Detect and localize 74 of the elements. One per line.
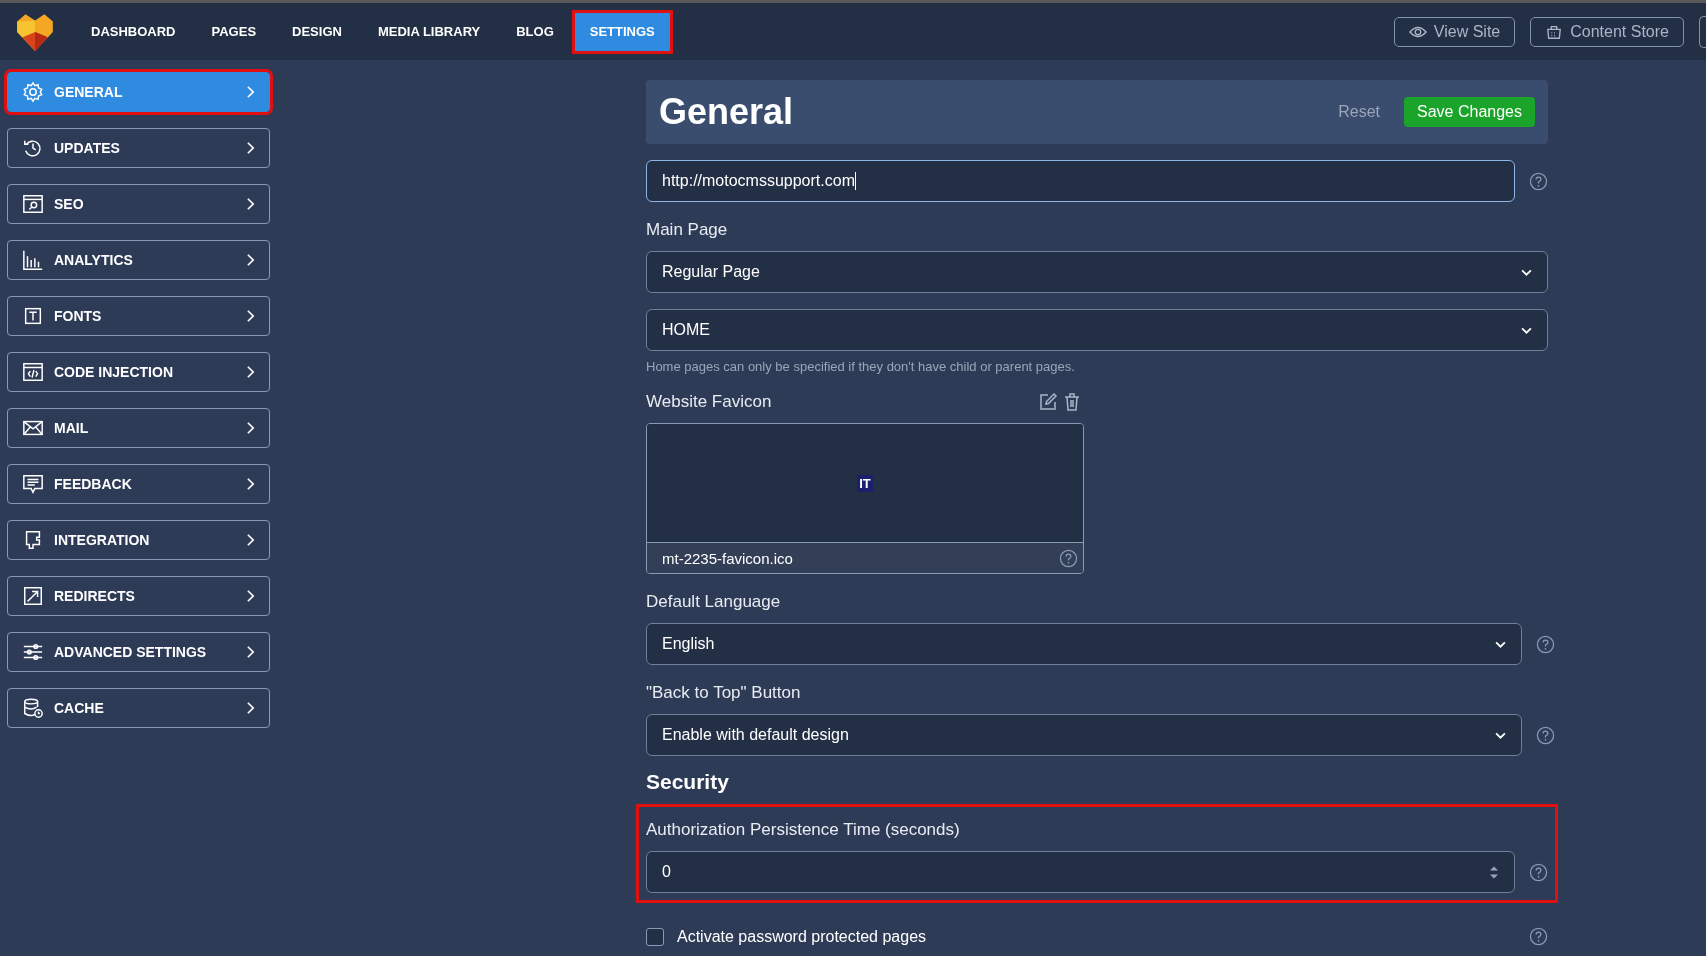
checkbox[interactable]: [646, 927, 664, 946]
field-label: Default Language: [646, 592, 782, 612]
field-label: Main Page: [646, 220, 729, 240]
chevron-right-icon: [246, 701, 255, 715]
bar-chart-icon: [22, 249, 44, 271]
select-field[interactable]: Enable with default design: [646, 714, 1522, 756]
chevron-right-icon: [246, 197, 255, 211]
view-site-button[interactable]: View Site: [1393, 16, 1516, 47]
sidebar-item[interactable]: GENERAL: [7, 72, 270, 112]
favicon-image: IT: [857, 474, 873, 492]
chevron-right-icon: [246, 365, 255, 379]
help-icon[interactable]: [1536, 725, 1555, 745]
chevron-down-icon: [1495, 640, 1506, 648]
chevron-right-icon: [246, 421, 255, 435]
file-name: mt-2235-favicon.ico: [662, 549, 793, 567]
nav-tab[interactable]: BLOG: [501, 12, 569, 51]
chevron-down-icon: [1495, 731, 1506, 739]
select-field[interactable]: English: [646, 623, 1522, 665]
code-window-icon: [22, 361, 44, 383]
clock-icon: [22, 137, 44, 159]
help-icon[interactable]: [1536, 634, 1555, 654]
chevron-right-icon: [246, 533, 255, 547]
select-field[interactable]: Regular Page: [646, 251, 1548, 293]
edit-icon[interactable]: [1038, 392, 1058, 412]
database-icon: [22, 697, 44, 719]
nav-tab[interactable]: SETTINGS: [574, 12, 670, 51]
browser-search-icon: [22, 193, 44, 215]
chevron-right-icon: [246, 477, 255, 491]
nav-tab[interactable]: DASHBOARD: [76, 12, 191, 51]
field-label: "Back to Top" Button: [646, 683, 802, 703]
page-title: General: [659, 91, 795, 133]
select-field[interactable]: HOME: [646, 309, 1548, 351]
number-field[interactable]: 0: [646, 851, 1515, 893]
chevron-down-icon: [1521, 268, 1532, 276]
sidebar-item[interactable]: INTEGRATION: [7, 520, 270, 560]
sidebar-item[interactable]: CODE INJECTION: [7, 352, 270, 392]
field-label: Authorization Persistence Time (seconds): [646, 820, 961, 840]
sidebar-item[interactable]: FONTS: [7, 296, 270, 336]
nav-tab[interactable]: MEDIA LIBRARY: [362, 12, 496, 51]
nav-tab[interactable]: PAGES: [196, 12, 272, 51]
chevron-right-icon: [246, 645, 255, 659]
basket-icon: [1545, 23, 1564, 40]
sidebar-item[interactable]: ADVANCED SETTINGS: [7, 632, 270, 672]
sidebar-item[interactable]: MAIL: [7, 408, 270, 448]
content-store-button[interactable]: Content Store: [1530, 16, 1684, 47]
help-icon[interactable]: [1059, 548, 1078, 568]
sidebar-item[interactable]: FEEDBACK: [7, 464, 270, 504]
help-icon[interactable]: [1529, 927, 1548, 946]
gear-icon: [22, 81, 44, 103]
help-icon[interactable]: [1529, 171, 1548, 191]
text-frame-icon: [22, 305, 44, 327]
sidebar-item[interactable]: REDIRECTS: [7, 576, 270, 616]
url-field[interactable]: http://motocmssupport.com: [646, 160, 1515, 202]
arrow-square-icon: [22, 585, 44, 607]
field-label: Website Favicon: [646, 392, 773, 412]
sliders-icon: [22, 641, 44, 663]
hint-text: Home pages can only be specified if they don't have child or parent pages.: [646, 359, 1076, 374]
section-heading: Security: [646, 770, 730, 794]
comment-icon: [22, 473, 44, 495]
checkbox-label: Activate password protected pages: [677, 927, 927, 946]
toolbar-button[interactable]: [1699, 15, 1706, 48]
sidebar-item[interactable]: CACHE: [7, 688, 270, 728]
sidebar-item[interactable]: SEO: [7, 184, 270, 224]
chevron-right-icon: [246, 141, 255, 155]
chevron-right-icon: [246, 589, 255, 603]
chevron-right-icon: [246, 309, 255, 323]
help-icon[interactable]: [1529, 862, 1548, 882]
sidebar-item[interactable]: ANALYTICS: [7, 240, 270, 280]
nav-tab[interactable]: DESIGN: [277, 12, 357, 51]
chevron-right-icon: [246, 85, 255, 99]
chevron-right-icon: [246, 253, 255, 267]
chevron-down-icon: [1521, 326, 1532, 334]
trash-icon[interactable]: [1062, 392, 1082, 412]
sidebar-item[interactable]: UPDATES: [7, 128, 270, 168]
